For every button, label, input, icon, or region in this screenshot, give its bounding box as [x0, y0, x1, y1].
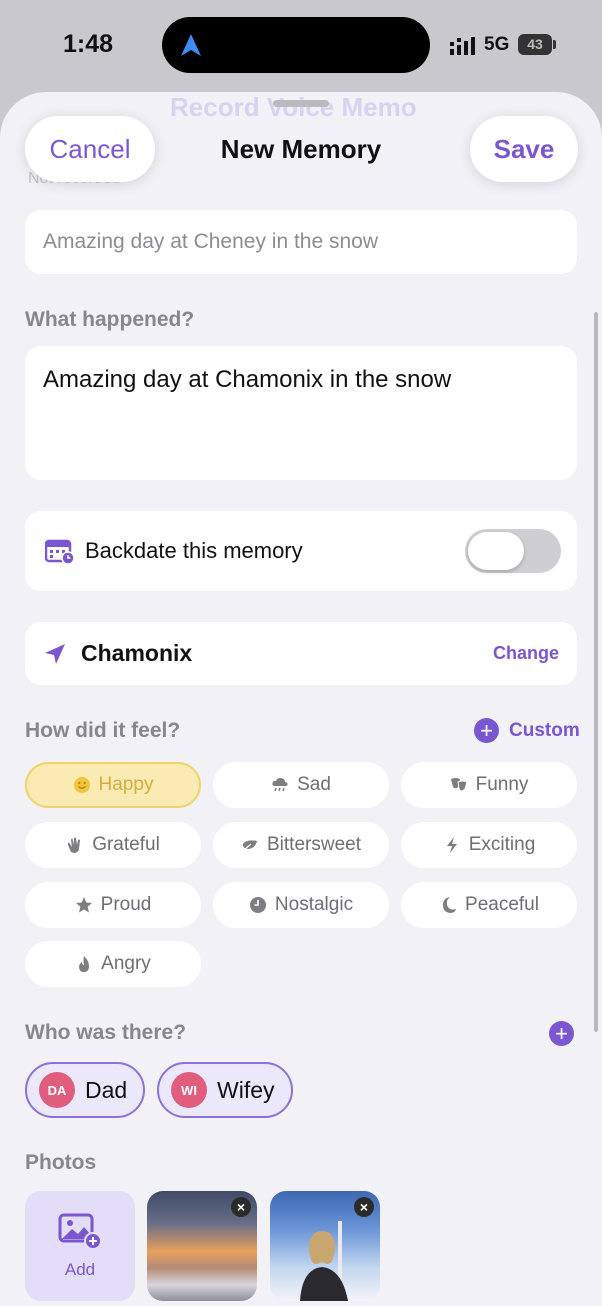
photo-thumbnail[interactable]: ×: [147, 1191, 257, 1301]
remove-photo-button[interactable]: ×: [231, 1197, 251, 1217]
description-label: What happened?: [25, 308, 195, 331]
save-button[interactable]: Save: [470, 116, 578, 182]
photos-label: Photos: [25, 1151, 97, 1174]
new-memory-sheet: Record Voice Memo Not recorded Cancel Ne…: [0, 92, 602, 1306]
backdate-label: Backdate this memory: [85, 538, 303, 563]
location-row: Chamonix Change: [25, 622, 577, 685]
add-photo-button[interactable]: Add: [25, 1191, 135, 1301]
mood-label: Peaceful: [465, 894, 539, 915]
location-name: Chamonix: [81, 640, 193, 666]
avatar: DA: [39, 1072, 75, 1108]
description-textarea[interactable]: Amazing day at Chamonix in the snow: [25, 346, 577, 480]
bolt-icon: [446, 837, 457, 853]
background-ghost-title: Record Voice Memo: [170, 92, 417, 122]
mood-label: Grateful: [92, 834, 160, 855]
add-person-button[interactable]: +: [549, 1021, 574, 1046]
calendar-clock-icon: [45, 539, 75, 565]
clock-icon: [249, 897, 266, 913]
clapping-hands-icon: [68, 837, 81, 853]
mood-label: Bittersweet: [267, 834, 361, 855]
photo-thumbnail[interactable]: ×: [270, 1191, 380, 1301]
title-input[interactable]: Amazing day at Cheney in the snow: [25, 210, 577, 274]
people-label: Who was there?: [25, 1021, 187, 1044]
moon-icon: [443, 897, 457, 913]
person-chip-dad[interactable]: DA Dad: [25, 1062, 146, 1118]
person-name: Wifey: [217, 1076, 275, 1103]
status-time: 1:48: [63, 30, 114, 58]
toggle-knob: [468, 532, 524, 570]
custom-mood-label: Custom: [509, 719, 580, 741]
battery-nub: [553, 40, 556, 49]
scrollbar[interactable]: [594, 312, 598, 1032]
sheet-grabber[interactable]: [273, 100, 329, 107]
mood-label: Angry: [101, 953, 151, 974]
mood-exciting[interactable]: Exciting: [401, 822, 577, 868]
mood-label: Proud: [100, 894, 152, 915]
dynamic-island: [162, 17, 430, 73]
location-arrow-icon: [181, 34, 201, 56]
location-arrow-icon: [45, 643, 65, 664]
mood-sad[interactable]: Sad: [213, 762, 389, 808]
change-location-button[interactable]: Change: [493, 643, 559, 664]
star-icon: [75, 897, 92, 913]
mood-funny[interactable]: Funny: [401, 762, 577, 808]
mood-grateful[interactable]: Grateful: [25, 822, 201, 868]
theater-masks-icon: [450, 778, 468, 792]
smile-icon: [73, 777, 90, 793]
add-photo-label: Add: [64, 1260, 96, 1279]
mood-happy[interactable]: Happy: [25, 762, 201, 808]
avatar: WI: [171, 1072, 207, 1108]
mood-label: Nostalgic: [274, 894, 354, 915]
person-photo-figure: [300, 1221, 348, 1301]
mood-angry[interactable]: Angry: [25, 941, 201, 987]
person-name: Dad: [85, 1076, 128, 1103]
add-photo-icon: [58, 1213, 102, 1250]
feelings-label: How did it feel?: [25, 719, 181, 742]
battery-icon: 43: [518, 34, 552, 55]
flame-icon: [79, 956, 90, 972]
plus-icon: +: [474, 718, 499, 743]
remove-photo-button[interactable]: ×: [354, 1197, 374, 1217]
backdate-toggle[interactable]: [465, 529, 561, 573]
mood-label: Sad: [297, 774, 331, 795]
mood-proud[interactable]: Proud: [25, 882, 201, 928]
status-bar: 1:48 5G 43: [0, 0, 602, 90]
mood-label: Happy: [98, 774, 154, 795]
rain-cloud-icon: [272, 777, 288, 792]
backdate-row: Backdate this memory: [25, 511, 577, 591]
cellular-signal-icon: [450, 37, 475, 55]
mood-label: Exciting: [468, 834, 536, 855]
mood-bittersweet[interactable]: Bittersweet: [213, 822, 389, 868]
custom-mood-button[interactable]: + Custom: [474, 718, 580, 743]
mood-label: Funny: [475, 774, 529, 795]
network-type: 5G: [484, 34, 510, 55]
person-chip-wifey[interactable]: WI Wifey: [157, 1062, 293, 1118]
mood-nostalgic[interactable]: Nostalgic: [213, 882, 389, 928]
mood-peaceful[interactable]: Peaceful: [401, 882, 577, 928]
leaf-icon: [243, 840, 257, 851]
